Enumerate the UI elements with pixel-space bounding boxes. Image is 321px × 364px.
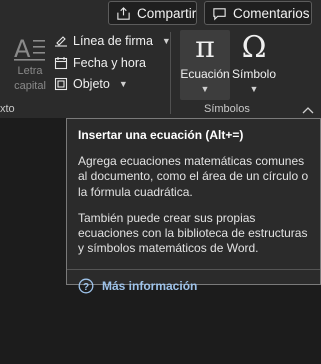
pi-icon: π: [195, 30, 215, 65]
object-button[interactable]: Objeto ▼: [54, 73, 166, 95]
symbol-button[interactable]: Ω Símbolo ▼: [230, 30, 278, 100]
drop-cap-label-1: Letra: [17, 65, 43, 77]
omega-icon: Ω: [241, 30, 267, 65]
drop-cap-icon: A: [10, 30, 50, 64]
chevron-down-icon: ▼: [249, 84, 259, 94]
object-label: Objeto: [73, 77, 110, 91]
tooltip-title: Insertar una ecuación (Alt+=): [78, 128, 244, 142]
equation-label: Ecuación: [180, 67, 230, 81]
signature-line-button[interactable]: Línea de firma ▼: [54, 30, 171, 52]
tooltip-paragraph-2: También puede crear sus propias ecuacion…: [78, 210, 308, 256]
share-icon: [117, 6, 130, 20]
tooltip-divider: [67, 268, 320, 270]
share-button[interactable]: Compartir: [108, 1, 197, 25]
date-time-button[interactable]: Fecha y hora: [54, 52, 166, 74]
more-info-label: Más información: [102, 278, 198, 293]
signature-line-label: Línea de firma: [73, 34, 153, 48]
symbol-label: Símbolo: [231, 67, 277, 81]
equation-tooltip: Insertar una ecuación (Alt+=) Agrega ecu…: [66, 118, 321, 294]
signature-line-icon: [55, 36, 67, 47]
symbols-group-label: Símbolos: [204, 103, 250, 115]
help-icon: ?: [78, 278, 94, 294]
drop-cap-button[interactable]: A Letra capital: [10, 30, 50, 98]
svg-text:A: A: [14, 35, 31, 63]
comment-icon: [213, 7, 226, 20]
text-group-label: xto: [0, 103, 15, 115]
comments-label: Comentarios: [233, 5, 310, 21]
share-label: Compartir: [137, 5, 197, 21]
date-time-label: Fecha y hora: [73, 56, 146, 70]
svg-text:?: ?: [83, 282, 89, 293]
drop-cap-label-2: capital: [14, 80, 46, 92]
object-icon: [54, 77, 68, 91]
chevron-down-icon: ▼: [118, 79, 128, 89]
more-info-link[interactable]: ? Más información: [78, 278, 310, 294]
calendar-icon: [54, 57, 68, 70]
collapse-ribbon-icon[interactable]: [302, 105, 314, 115]
equation-button[interactable]: π Ecuación ▼: [180, 30, 230, 100]
tooltip-paragraph-1: Agrega ecuaciones matemáticas comunes al…: [78, 154, 309, 199]
group-separator: [170, 32, 171, 114]
chevron-down-icon: ▼: [200, 84, 210, 94]
comments-button[interactable]: Comentarios: [204, 1, 312, 25]
